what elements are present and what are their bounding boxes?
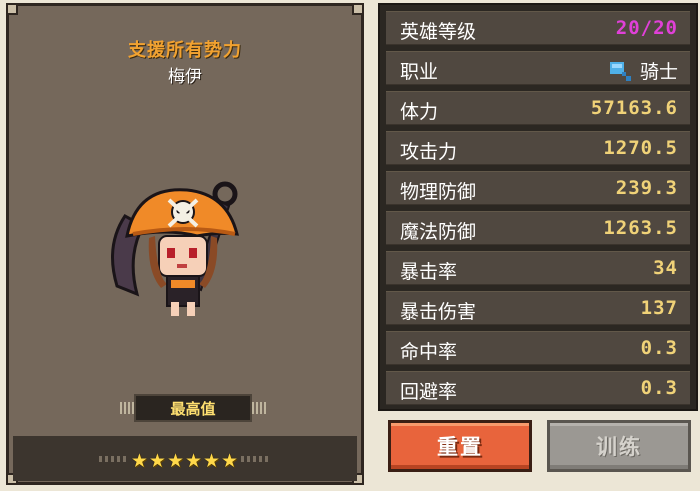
star-rating-bar: ★★★★★★ (13, 436, 357, 481)
class-value: 骑士 (608, 57, 678, 84)
card-corner (6, 3, 18, 15)
stat-value: 57163.6 (590, 97, 678, 119)
stat-value: 34 (653, 257, 678, 279)
card-corner (352, 3, 364, 15)
hero-name: 梅伊 (168, 67, 202, 87)
stat-value: 1270.5 (603, 137, 678, 159)
stats-panel: 英雄等级 20/20 职业 骑士 体力 57163.6 攻击力 1270.5 物… (378, 3, 698, 411)
class-name: 骑士 (639, 61, 678, 83)
stat-label: 暴击伤害 (400, 301, 477, 323)
stat-row-level: 英雄等级 20/20 (386, 11, 690, 45)
stat-value: 0.3 (640, 337, 678, 359)
stat-value: 0.3 (640, 377, 678, 399)
stat-row-hp: 体力 57163.6 (386, 91, 690, 125)
stat-value: 137 (640, 297, 678, 319)
reset-button[interactable]: 重置 (388, 420, 532, 472)
hero-card: 支援所有势力 梅伊 最高值 ★★★★★★ (6, 3, 364, 485)
stat-label: 暴击率 (400, 261, 458, 283)
stat-label: 职业 (400, 61, 439, 83)
badge-ornament-right (252, 402, 266, 414)
stat-row-accuracy: 命中率 0.3 (386, 331, 690, 365)
stat-label: 回避率 (400, 381, 458, 403)
train-button[interactable]: 训练 (547, 420, 691, 472)
knight-hammer-icon (609, 61, 631, 81)
stat-row-magic-def: 魔法防御 1263.5 (386, 211, 690, 245)
stat-row-crit-rate: 暴击率 34 (386, 251, 690, 285)
stat-row-phys-def: 物理防御 239.3 (386, 171, 690, 205)
stat-row-crit-damage: 暴击伤害 137 (386, 291, 690, 325)
stat-row-class: 职业 骑士 (386, 51, 690, 85)
stat-label: 物理防御 (400, 181, 477, 203)
star-rating: ★★★★★★ (130, 450, 240, 472)
stat-value: 1263.5 (603, 217, 678, 239)
stat-label: 体力 (400, 101, 439, 123)
stat-value: 239.3 (615, 177, 678, 199)
max-level-label: 最高值 (170, 399, 216, 418)
ornament-right (241, 456, 271, 462)
badge-ornament-left (120, 402, 134, 414)
max-level-badge: 最高值 (120, 394, 266, 422)
stat-label: 命中率 (400, 341, 458, 363)
stat-label: 英雄等级 (400, 21, 477, 43)
stat-row-attack: 攻击力 1270.5 (386, 131, 690, 165)
hero-faction: 支援所有势力 (128, 40, 242, 61)
stat-value: 20/20 (615, 17, 678, 39)
stat-row-evasion: 回避率 0.3 (386, 371, 690, 405)
stat-label: 攻击力 (400, 141, 458, 163)
stat-label: 魔法防御 (400, 221, 477, 243)
hero-sprite[interactable] (97, 176, 267, 326)
